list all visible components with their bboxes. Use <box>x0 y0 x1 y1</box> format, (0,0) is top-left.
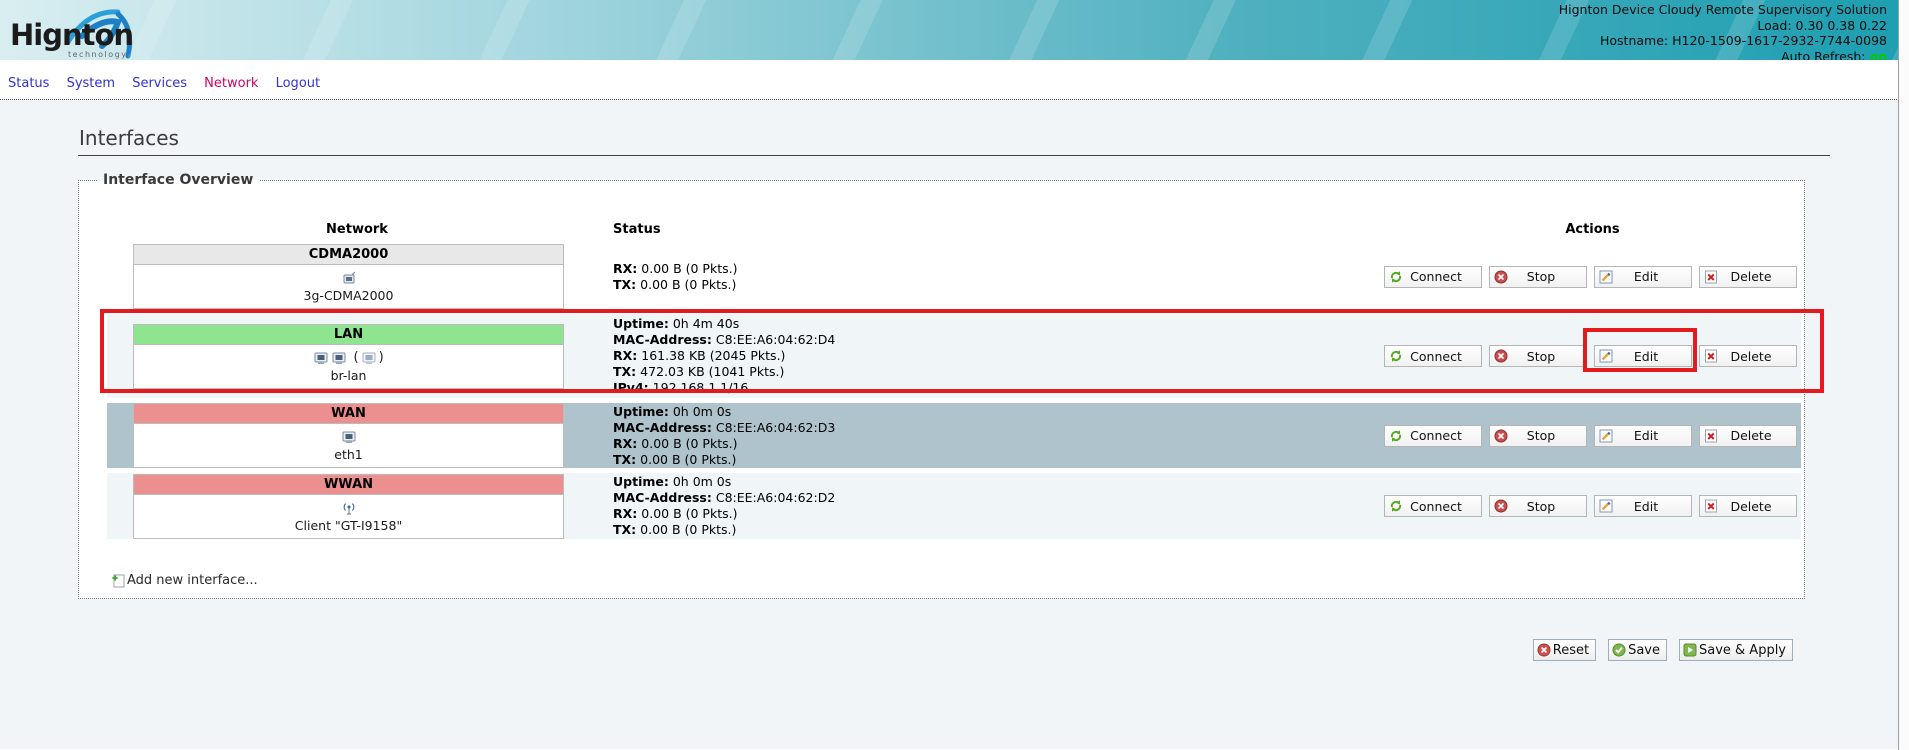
modem-icon <box>341 270 357 286</box>
delete-button[interactable]: Delete <box>1699 425 1797 447</box>
stop-icon <box>1494 270 1508 284</box>
brand-name: Hignton <box>10 18 133 52</box>
edit-button[interactable]: Edit <box>1594 495 1692 517</box>
edit-icon <box>1599 429 1613 443</box>
brand-tagline: technology <box>68 50 127 59</box>
ethernet-icon <box>361 350 377 366</box>
actions-cell: Connect Stop Edit Delete <box>1381 425 1801 447</box>
table-header-row: Network Status Actions <box>107 216 1801 242</box>
column-header-status: Status <box>607 222 1381 237</box>
delete-icon <box>1704 499 1718 513</box>
connect-button[interactable]: Connect <box>1384 495 1482 517</box>
stop-button[interactable]: Stop <box>1489 495 1587 517</box>
app-header: Hignton technology Hignton Device Cloudy… <box>0 0 1909 60</box>
network-name-badge: CDMA2000 <box>134 245 563 265</box>
auto-refresh-status: on <box>1870 49 1888 61</box>
nav-item-logout[interactable]: Logout <box>276 76 321 91</box>
hignton-logo: Hignton technology <box>10 4 180 58</box>
network-name-badge: WAN <box>134 404 563 424</box>
device-name: Client "GT-I9158" <box>134 518 563 533</box>
stop-icon <box>1494 499 1508 513</box>
connect-icon <box>1389 499 1403 513</box>
system-info: Hignton Device Cloudy Remote Supervisory… <box>1559 2 1887 60</box>
interface-row-wwan: WWAN Client "GT-I9158" Uptime:0h 0m 0s M… <box>107 473 1801 539</box>
connect-icon <box>1389 429 1403 443</box>
edit-icon <box>1599 499 1613 513</box>
actions-cell: Connect Stop Edit Delete <box>1381 266 1801 288</box>
interface-table: Network Status Actions CDMA2000 <box>107 216 1801 539</box>
connect-icon <box>1389 349 1403 363</box>
save-button[interactable]: Save <box>1608 639 1667 661</box>
add-interface-icon <box>111 573 126 588</box>
main-nav: Status System Services Network Logout <box>0 60 1909 100</box>
status-cell: Uptime:0h 0m 0s MAC-Address:C8:EE:A6:04:… <box>607 474 1381 538</box>
paren-close: ) <box>379 350 384 365</box>
save-apply-button[interactable]: Save & Apply <box>1679 639 1793 661</box>
footer-buttons: Reset Save Save & Apply <box>0 639 1793 663</box>
ethernet-icon <box>331 350 347 366</box>
delete-button[interactable]: Delete <box>1699 266 1797 288</box>
edit-icon <box>1599 270 1613 284</box>
column-header-actions: Actions <box>1381 222 1801 237</box>
network-box: WAN eth1 <box>133 403 564 468</box>
network-name-badge: LAN <box>134 325 563 345</box>
paren-open: ( <box>349 350 358 365</box>
connect-button[interactable]: Connect <box>1384 425 1482 447</box>
network-box: WWAN Client "GT-I9158" <box>133 474 564 539</box>
edit-button[interactable]: Edit <box>1594 345 1692 367</box>
status-cell: Uptime:0h 0m 0s MAC-Address:C8:EE:A6:04:… <box>607 404 1381 468</box>
reset-button[interactable]: Reset <box>1533 639 1596 661</box>
delete-button[interactable]: Delete <box>1699 345 1797 367</box>
hostname-line: Hostname:H120-1509-1617-2932-7744-0098 <box>1559 33 1887 49</box>
main-content: Interfaces Interface Overview Network St… <box>0 100 1909 749</box>
section-legend: Interface Overview <box>97 172 259 188</box>
connect-button[interactable]: Connect <box>1384 345 1482 367</box>
nav-item-status[interactable]: Status <box>8 76 49 91</box>
stop-icon <box>1494 429 1508 443</box>
connect-button[interactable]: Connect <box>1384 266 1482 288</box>
stop-button[interactable]: Stop <box>1489 345 1587 367</box>
save-icon <box>1612 643 1626 657</box>
status-cell: RX:0.00 B (0 Pkts.) TX:0.00 B (0 Pkts.) <box>607 261 1381 293</box>
nav-item-services[interactable]: Services <box>132 76 187 91</box>
edit-icon <box>1599 349 1613 363</box>
actions-cell: Connect Stop Edit Delete <box>1381 495 1801 517</box>
wifi-icon <box>341 500 357 516</box>
edit-button[interactable]: Edit <box>1594 266 1692 288</box>
save-apply-icon <box>1683 643 1697 657</box>
edit-button[interactable]: Edit <box>1594 425 1692 447</box>
delete-icon <box>1704 349 1718 363</box>
ethernet-icon <box>313 350 329 366</box>
stop-icon <box>1494 349 1508 363</box>
reset-icon <box>1537 643 1551 657</box>
product-title: Hignton Device Cloudy Remote Supervisory… <box>1559 2 1887 18</box>
delete-button[interactable]: Delete <box>1699 495 1797 517</box>
network-box: LAN ( ) br-lan <box>133 324 564 389</box>
interface-row-cdma2000: CDMA2000 3g-CDMA2000 RX:0.00 B (0 Pkts.)… <box>107 244 1801 309</box>
delete-icon <box>1704 429 1718 443</box>
interface-overview-section: Interface Overview Network Status Action… <box>78 172 1805 599</box>
add-new-interface-link[interactable]: Add new interface... <box>111 573 301 588</box>
scrollbar[interactable] <box>1898 0 1909 750</box>
device-name: 3g-CDMA2000 <box>134 288 563 303</box>
auto-refresh-line: Auto Refresh:on <box>1559 49 1887 61</box>
ethernet-icon <box>341 429 357 445</box>
nav-item-system[interactable]: System <box>67 76 115 91</box>
device-name: br-lan <box>134 368 563 383</box>
connect-icon <box>1389 270 1403 284</box>
column-header-network: Network <box>107 222 607 237</box>
interface-row-wan: WAN eth1 Uptime:0h 0m 0s MAC-Address:C8:… <box>107 403 1801 468</box>
page-title: Interfaces <box>78 100 1830 156</box>
delete-icon <box>1704 270 1718 284</box>
actions-cell: Connect Stop Edit Delete <box>1381 345 1801 367</box>
interface-row-lan: LAN ( ) br-lan <box>107 314 1801 398</box>
device-name: eth1 <box>134 447 563 462</box>
stop-button[interactable]: Stop <box>1489 266 1587 288</box>
stop-button[interactable]: Stop <box>1489 425 1587 447</box>
nav-item-network[interactable]: Network <box>204 76 258 91</box>
network-name-badge: WWAN <box>134 475 563 495</box>
load-line: Load:0.30 0.38 0.22 <box>1559 18 1887 34</box>
network-box: CDMA2000 3g-CDMA2000 <box>133 244 564 309</box>
status-cell: Uptime:0h 4m 40s MAC-Address:C8:EE:A6:04… <box>607 316 1381 396</box>
